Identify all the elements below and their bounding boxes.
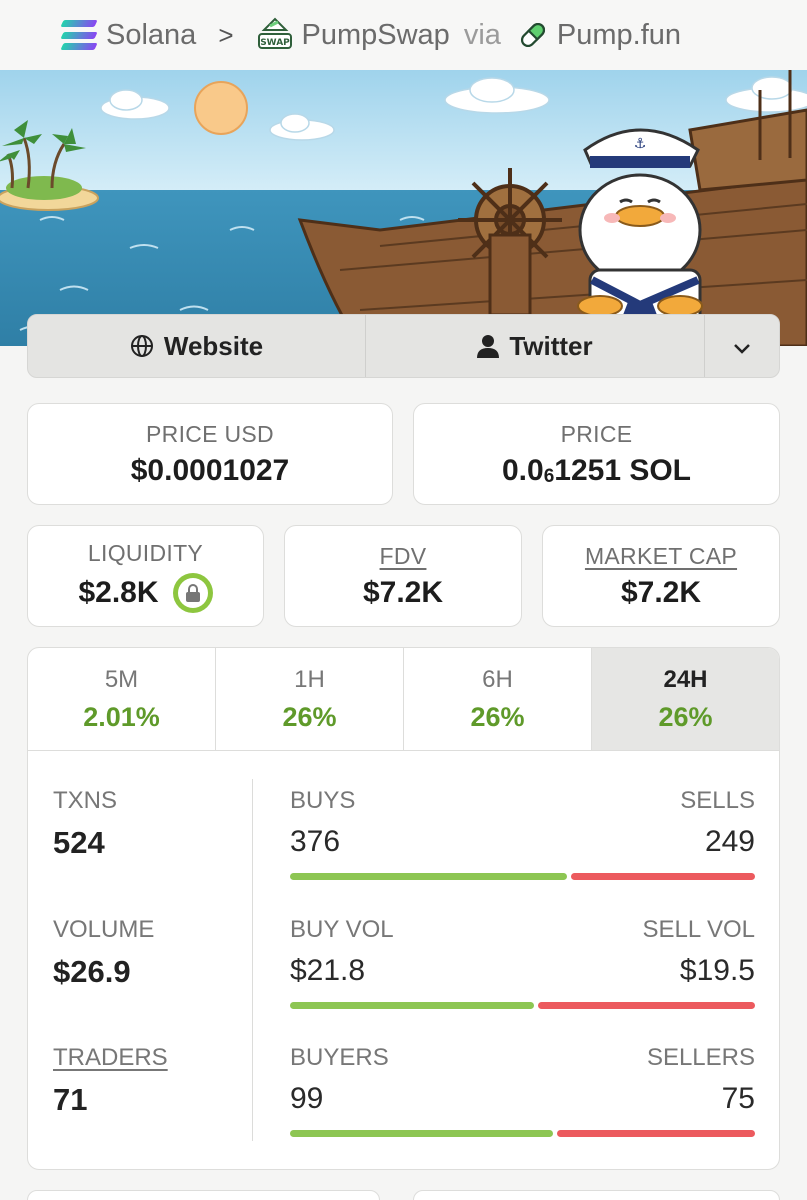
breadcrumb-chain[interactable]: Solana xyxy=(106,19,196,52)
buy-vol-value: $21.8 xyxy=(290,954,366,987)
more-links-button[interactable] xyxy=(705,315,779,377)
pump-fun-pill-icon xyxy=(517,19,549,51)
tab-label: 1H xyxy=(294,665,325,693)
traders-value: 71 xyxy=(53,1082,88,1117)
tab-24h[interactable]: 24H 26% xyxy=(592,648,779,750)
liquidity-value: $2.8K xyxy=(78,575,159,609)
stats-body: TXNS 524 VOLUME $26.9 TRADERS 71 BUYS SE… xyxy=(28,751,779,1169)
website-link-label: Website xyxy=(163,330,264,361)
buys-sells-stat: BUYS SELLS 376 249 xyxy=(290,787,755,880)
buyers-value: 99 xyxy=(290,1082,324,1115)
buyers-ratio-bar xyxy=(290,1130,755,1137)
tab-change: 2.01% xyxy=(83,701,160,732)
breadcrumb-launchpad[interactable]: Pump.fun xyxy=(557,19,681,52)
timeframe-tabs: 5M 2.01% 1H 26% 6H 26% 24H 26% xyxy=(28,648,779,751)
volume-ratio-bar xyxy=(290,1002,755,1009)
breadcrumb-separator: > xyxy=(218,19,234,50)
volume-label: VOLUME xyxy=(53,916,155,943)
tab-5m[interactable]: 5M 2.01% xyxy=(28,648,216,750)
tab-label: 5M xyxy=(104,665,139,693)
fdv-card: FDV $7.2K xyxy=(284,525,522,627)
buy-sell-volume-stat: BUY VOL SELL VOL $21.8 $19.5 xyxy=(290,916,755,1009)
svg-text:⚓: ⚓ xyxy=(634,136,647,152)
price-native-zero-count: 6 xyxy=(543,465,555,487)
price-native-value: 0.0 6 1251 SOL xyxy=(502,454,691,488)
breadcrumb-dex[interactable]: PumpSwap xyxy=(302,19,450,52)
solana-logo-icon xyxy=(60,20,98,50)
liquidity-card: LIQUIDITY $2.8K xyxy=(27,525,264,627)
buyers-label: BUYERS xyxy=(290,1044,389,1071)
fdv-label[interactable]: FDV xyxy=(380,543,427,570)
market-cap-value: $7.2K xyxy=(620,575,702,609)
tab-change: 26% xyxy=(470,701,525,732)
user-icon xyxy=(477,334,500,358)
breadcrumb: Solana > SWAP PumpSwap via Pump.fun xyxy=(0,0,807,70)
tab-label: 6H xyxy=(482,665,513,693)
price-native-suffix: 1251 SOL xyxy=(554,453,692,487)
volume-value: $26.9 xyxy=(53,954,131,989)
breadcrumb-via: via xyxy=(463,18,501,51)
chevron-down-icon xyxy=(733,331,751,362)
price-native-label: PRICE xyxy=(560,420,633,447)
sellers-value: 75 xyxy=(721,1082,755,1115)
traders-label[interactable]: TRADERS xyxy=(53,1044,168,1072)
price-native-card: PRICE 0.0 6 1251 SOL xyxy=(413,403,780,505)
traders-stat: TRADERS 71 xyxy=(53,1044,168,1118)
lock-icon[interactable] xyxy=(172,572,213,613)
market-cap-label[interactable]: MARKET CAP xyxy=(585,543,737,570)
tab-change: 26% xyxy=(658,701,713,732)
buyers-sellers-stat: BUYERS SELLERS 99 75 xyxy=(290,1044,755,1137)
fdv-value: $7.2K xyxy=(362,575,444,609)
market-cap-card: MARKET CAP $7.2K xyxy=(542,525,780,627)
price-usd-label: PRICE USD xyxy=(146,420,274,447)
sells-bar xyxy=(571,873,755,880)
tab-change: 26% xyxy=(282,701,337,732)
sells-label: SELLS xyxy=(680,787,755,814)
twitter-link[interactable]: Twitter xyxy=(366,315,705,377)
sellers-bar xyxy=(557,1130,755,1137)
sellers-label: SELLERS xyxy=(646,1044,755,1071)
tab-6h[interactable]: 6H 26% xyxy=(404,648,592,750)
price-usd-card: PRICE USD $0.0001027 xyxy=(27,403,393,505)
stats-panel: 5M 2.01% 1H 26% 6H 26% 24H 26% TXNS 524 … xyxy=(27,647,780,1170)
buys-label: BUYS xyxy=(290,787,356,814)
sell-vol-bar xyxy=(538,1002,755,1009)
txns-label: TXNS xyxy=(53,787,118,814)
pumpswap-logo-icon: SWAP xyxy=(256,16,294,54)
token-banner-image: ⚓ xyxy=(0,70,807,346)
price-native-prefix: 0.0 xyxy=(501,453,544,487)
buy-vol-bar xyxy=(290,1002,535,1009)
globe-icon xyxy=(130,334,154,358)
tab-1h[interactable]: 1H 26% xyxy=(216,648,404,750)
txns-stat: TXNS 524 xyxy=(53,787,117,861)
pumpswap-logo-text: SWAP xyxy=(260,38,290,48)
tab-label: 24H xyxy=(663,665,708,693)
sells-value: 249 xyxy=(704,825,755,858)
volume-stat: VOLUME $26.9 xyxy=(53,916,154,990)
buys-sells-ratio-bar xyxy=(290,873,755,880)
liquidity-label: LIQUIDITY xyxy=(87,539,204,566)
txns-value: 524 xyxy=(53,825,105,860)
twitter-link-label: Twitter xyxy=(509,330,593,361)
buys-value: 376 xyxy=(290,825,341,858)
social-links-bar: Website Twitter xyxy=(27,314,780,378)
sell-vol-value: $19.5 xyxy=(679,954,755,987)
website-link[interactable]: Website xyxy=(28,315,366,377)
stats-divider xyxy=(252,779,253,1141)
buy-vol-label: BUY VOL xyxy=(290,916,394,943)
buys-bar xyxy=(290,873,567,880)
next-section-peek xyxy=(27,1190,780,1200)
sell-vol-label: SELL VOL xyxy=(642,916,755,943)
buyers-bar xyxy=(290,1130,554,1137)
price-usd-value: $0.0001027 xyxy=(130,453,290,487)
